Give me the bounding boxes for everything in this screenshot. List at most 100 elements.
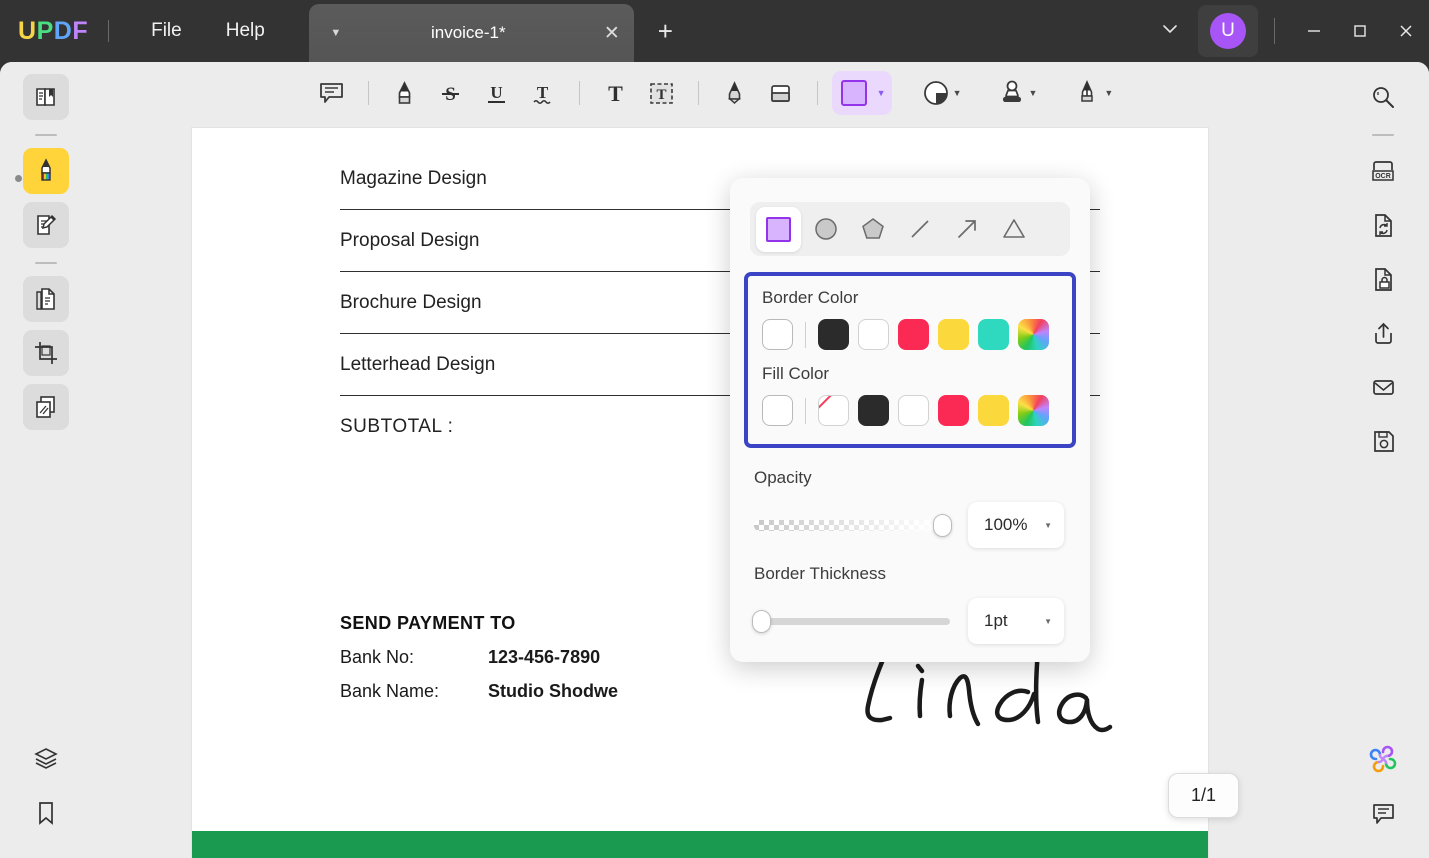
border-color-current[interactable] <box>762 319 793 350</box>
window-controls-divider <box>1274 18 1275 44</box>
shape-line[interactable] <box>897 207 942 252</box>
fill-swatch-pink[interactable] <box>938 395 969 426</box>
ocr-icon[interactable]: OCR <box>1360 148 1406 194</box>
sidebar-item-layers[interactable] <box>23 736 69 782</box>
border-swatch-black[interactable] <box>818 319 849 350</box>
convert-icon[interactable] <box>1360 202 1406 248</box>
opacity-label: Opacity <box>754 468 1066 488</box>
fill-swatch-none[interactable] <box>818 395 849 426</box>
svg-text:OCR: OCR <box>1375 173 1391 180</box>
workspace: OCR <box>0 62 1429 858</box>
tab-close-icon[interactable]: ✕ <box>590 22 634 45</box>
fill-color-current[interactable] <box>762 395 793 426</box>
share-icon[interactable] <box>1360 310 1406 356</box>
pencil-tool[interactable] <box>713 71 757 115</box>
highlight-tool[interactable] <box>383 71 427 115</box>
opacity-slider-knob[interactable] <box>933 514 952 537</box>
toolbar-divider-4 <box>817 81 818 105</box>
border-color-label: Border Color <box>762 288 1058 308</box>
sticker-tool[interactable]: ▼ <box>918 71 968 115</box>
sidebar-item-edit-pdf[interactable] <box>23 202 69 248</box>
sidebar-item-crop[interactable] <box>23 330 69 376</box>
stamp-caret-icon[interactable]: ▼ <box>1029 88 1038 98</box>
menu-file[interactable]: File <box>129 14 204 48</box>
shape-circle[interactable] <box>803 207 848 252</box>
bank-name-value: Studio Shodwe <box>488 681 618 702</box>
opacity-slider[interactable] <box>754 514 950 536</box>
updf-window: U P D F File Help ▼ invoice-1* ✕ + U <box>0 0 1429 858</box>
opacity-section: Opacity 100% ▼ <box>754 468 1066 548</box>
new-tab-button[interactable]: + <box>648 16 683 47</box>
protect-icon[interactable] <box>1360 256 1406 302</box>
shape-tool-caret-icon[interactable]: ▼ <box>877 88 886 98</box>
fill-swatch-divider <box>805 398 806 424</box>
sticker-caret-icon[interactable]: ▼ <box>953 88 962 98</box>
tab-title: invoice-1* <box>347 23 590 43</box>
fill-swatch-white[interactable] <box>898 395 929 426</box>
border-swatch-pink[interactable] <box>898 319 929 350</box>
shape-tool[interactable]: ▼ <box>832 71 892 115</box>
sidebar-item-reader[interactable] <box>23 74 69 120</box>
payment-block: SEND PAYMENT TO Bank No: 123-456-7890 Ba… <box>340 613 618 702</box>
squiggly-tool[interactable]: T <box>521 71 565 115</box>
shape-arrow[interactable] <box>944 207 989 252</box>
fill-swatch-yellow[interactable] <box>978 395 1009 426</box>
bank-name-label: Bank Name: <box>340 681 488 702</box>
text-tool[interactable]: T <box>594 71 638 115</box>
page-indicator[interactable]: 1/1 <box>1168 773 1239 818</box>
sidebar-item-organize-pages[interactable] <box>23 276 69 322</box>
document-tab[interactable]: ▼ invoice-1* ✕ <box>309 4 634 62</box>
opacity-control-row: 100% ▼ <box>754 502 1066 548</box>
signature-caret-icon[interactable]: ▼ <box>1104 88 1113 98</box>
save-icon[interactable] <box>1360 418 1406 464</box>
email-icon[interactable] <box>1360 364 1406 410</box>
fill-color-label: Fill Color <box>762 364 1058 384</box>
toolbar-divider-3 <box>698 81 699 105</box>
svg-text:T: T <box>608 81 623 106</box>
border-swatch-teal[interactable] <box>978 319 1009 350</box>
payment-row-bank-no: Bank No: 123-456-7890 <box>340 647 618 668</box>
tab-caret-icon[interactable]: ▼ <box>325 27 347 39</box>
border-swatch-yellow[interactable] <box>938 319 969 350</box>
shape-rectangle[interactable] <box>756 207 801 252</box>
logo-letter-d: D <box>54 17 73 46</box>
border-thickness-value-dropdown[interactable]: 1pt ▼ <box>968 598 1064 644</box>
color-settings-group: Border Color Fill Color <box>744 272 1076 448</box>
shape-pentagon[interactable] <box>850 207 895 252</box>
minimize-button[interactable] <box>1291 0 1337 62</box>
shape-triangle[interactable] <box>991 207 1036 252</box>
fill-swatch-black[interactable] <box>858 395 889 426</box>
account-button[interactable]: U <box>1198 5 1258 57</box>
stamp-tool[interactable]: ▼ <box>994 71 1044 115</box>
comments-panel-icon[interactable] <box>1360 790 1406 836</box>
sidebar-item-batch[interactable] <box>23 384 69 430</box>
close-button[interactable] <box>1383 0 1429 62</box>
border-color-swatches <box>762 319 1058 350</box>
signature-tool[interactable]: ▼ <box>1069 71 1119 115</box>
underline-tool[interactable]: U <box>475 71 519 115</box>
sidebar-item-annotate[interactable] <box>23 148 69 194</box>
fill-swatch-custom[interactable] <box>1018 395 1049 426</box>
eraser-tool[interactable] <box>759 71 803 115</box>
annotation-toolbar: S U T T T <box>92 62 1337 124</box>
text-box-tool[interactable]: T <box>640 71 684 115</box>
border-swatch-custom[interactable] <box>1018 319 1049 350</box>
comment-tool[interactable] <box>310 71 354 115</box>
border-thickness-slider-knob[interactable] <box>752 610 771 633</box>
strikethrough-tool[interactable]: S <box>429 71 473 115</box>
ai-assistant-icon[interactable] <box>1360 736 1406 782</box>
border-swatch-white[interactable] <box>858 319 889 350</box>
menu-help[interactable]: Help <box>204 14 287 48</box>
border-thickness-slider[interactable] <box>754 610 950 632</box>
opacity-value-dropdown[interactable]: 100% ▼ <box>968 502 1064 548</box>
opacity-value: 100% <box>984 515 1027 535</box>
thickness-dropdown-caret-icon[interactable]: ▼ <box>1044 617 1052 626</box>
chevron-down-icon[interactable] <box>1142 9 1198 53</box>
document-viewport[interactable]: Magazine Design Proposal Design Brochure… <box>92 62 1337 858</box>
maximize-button[interactable] <box>1337 0 1383 62</box>
sidebar-item-bookmark[interactable] <box>23 790 69 836</box>
opacity-dropdown-caret-icon[interactable]: ▼ <box>1044 521 1052 530</box>
right-sidebar-divider <box>1372 134 1394 136</box>
search-icon[interactable] <box>1360 74 1406 120</box>
fill-color-swatches <box>762 395 1058 426</box>
